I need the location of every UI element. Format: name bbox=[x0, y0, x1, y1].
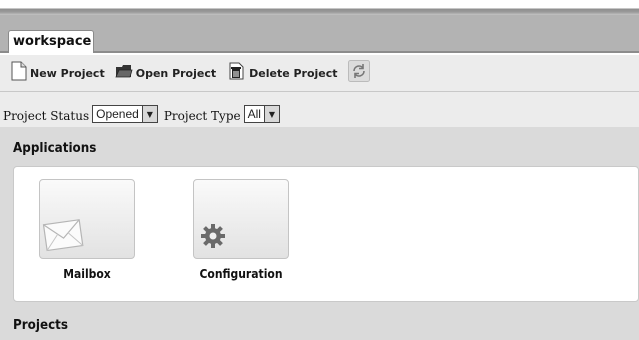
app-tile-configuration[interactable]: Configuration bbox=[193, 179, 289, 281]
open-project-button[interactable]: Open Project bbox=[115, 62, 216, 84]
project-status-label: Project Status bbox=[3, 109, 90, 123]
app-tile-mailbox-box bbox=[39, 179, 135, 259]
open-project-label: Open Project bbox=[135, 66, 217, 80]
window-top-border bbox=[0, 0, 639, 15]
app-tile-configuration-label: Configuration bbox=[199, 267, 283, 281]
tab-bar: workspace bbox=[0, 15, 639, 53]
project-type-select[interactable]: All ▼ bbox=[243, 105, 280, 123]
applications-header: Applications bbox=[13, 141, 97, 156]
delete-project-label: Delete Project bbox=[249, 66, 338, 80]
project-status-value: Opened bbox=[96, 107, 139, 121]
envelope-icon bbox=[42, 214, 86, 258]
projects-header: Projects bbox=[13, 318, 69, 333]
new-document-icon bbox=[11, 61, 27, 85]
project-toolbar: New Project Open Project Delete Project bbox=[0, 55, 639, 92]
applications-panel: Mailbox Configuration bbox=[13, 166, 639, 302]
tab-workspace[interactable]: workspace bbox=[8, 30, 94, 53]
app-tile-mailbox[interactable]: Mailbox bbox=[39, 179, 135, 281]
gear-icon bbox=[199, 222, 227, 254]
chevron-down-icon: ▼ bbox=[141, 106, 157, 122]
filter-bar: Project Status Opened ▼ Project Type All… bbox=[0, 92, 639, 127]
delete-project-button[interactable]: Delete Project bbox=[226, 61, 338, 85]
delete-document-icon bbox=[226, 61, 246, 85]
refresh-button[interactable] bbox=[347, 60, 370, 86]
open-folder-icon bbox=[115, 62, 133, 84]
chevron-down-icon: ▼ bbox=[263, 106, 279, 122]
new-project-button[interactable]: New Project bbox=[11, 61, 105, 85]
project-status-select[interactable]: Opened ▼ bbox=[92, 105, 158, 123]
new-project-label: New Project bbox=[30, 66, 105, 80]
app-tile-configuration-box bbox=[193, 179, 289, 259]
project-type-value: All bbox=[247, 107, 261, 121]
app-tile-mailbox-label: Mailbox bbox=[63, 267, 111, 281]
refresh-icon bbox=[347, 60, 370, 86]
project-type-label: Project Type bbox=[163, 109, 241, 123]
